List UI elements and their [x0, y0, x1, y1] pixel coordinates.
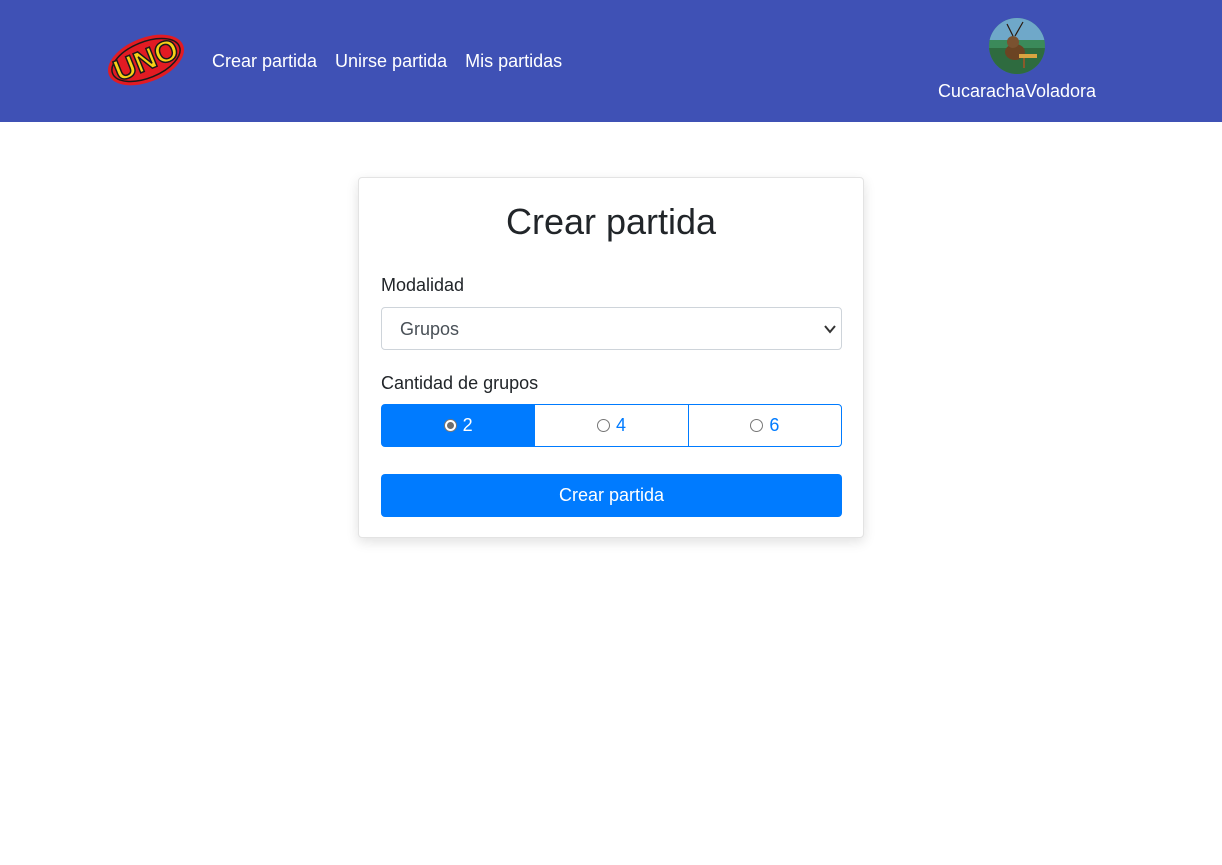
- create-game-card: Crear partida Modalidad Grupos Cantidad …: [358, 177, 864, 538]
- radio-icon[interactable]: [750, 419, 764, 432]
- modality-select-value: Grupos: [400, 319, 460, 339]
- modality-label: Modalidad: [381, 275, 465, 295]
- group-option-label: 6: [769, 415, 780, 435]
- group-option-6[interactable]: 6: [687, 404, 842, 447]
- groups-label: Cantidad de grupos: [381, 373, 539, 393]
- page-title: Crear partida: [505, 201, 717, 242]
- navbar: UNO Crear partida Unirse partida Mis par…: [0, 0, 1222, 122]
- radio-icon[interactable]: [596, 419, 610, 432]
- group-option-2[interactable]: 2: [381, 404, 536, 447]
- group-option-4[interactable]: 4: [534, 404, 689, 447]
- user-menu[interactable]: CucarachaVoladora: [930, 18, 1104, 102]
- nav-link-mis-partidas[interactable]: Mis partidas: [465, 50, 562, 72]
- group-count-selector: 2 4 6: [381, 404, 842, 447]
- nav-link-unirse-partida[interactable]: Unirse partida: [335, 50, 447, 72]
- group-option-label: 4: [615, 415, 626, 435]
- avatar-icon[interactable]: [989, 18, 1045, 74]
- radio-icon[interactable]: [443, 419, 457, 432]
- create-game-button[interactable]: Crear partida: [381, 474, 842, 517]
- chevron-down-icon: [823, 322, 837, 336]
- username[interactable]: CucarachaVoladora: [930, 80, 1104, 102]
- nav-link-crear-partida[interactable]: Crear partida: [212, 50, 317, 72]
- modality-select[interactable]: Grupos: [381, 307, 842, 350]
- uno-logo[interactable]: UNO: [104, 30, 188, 90]
- group-option-label: 2: [462, 415, 473, 435]
- nav-links: Crear partida Unirse partida Mis partida…: [212, 50, 580, 72]
